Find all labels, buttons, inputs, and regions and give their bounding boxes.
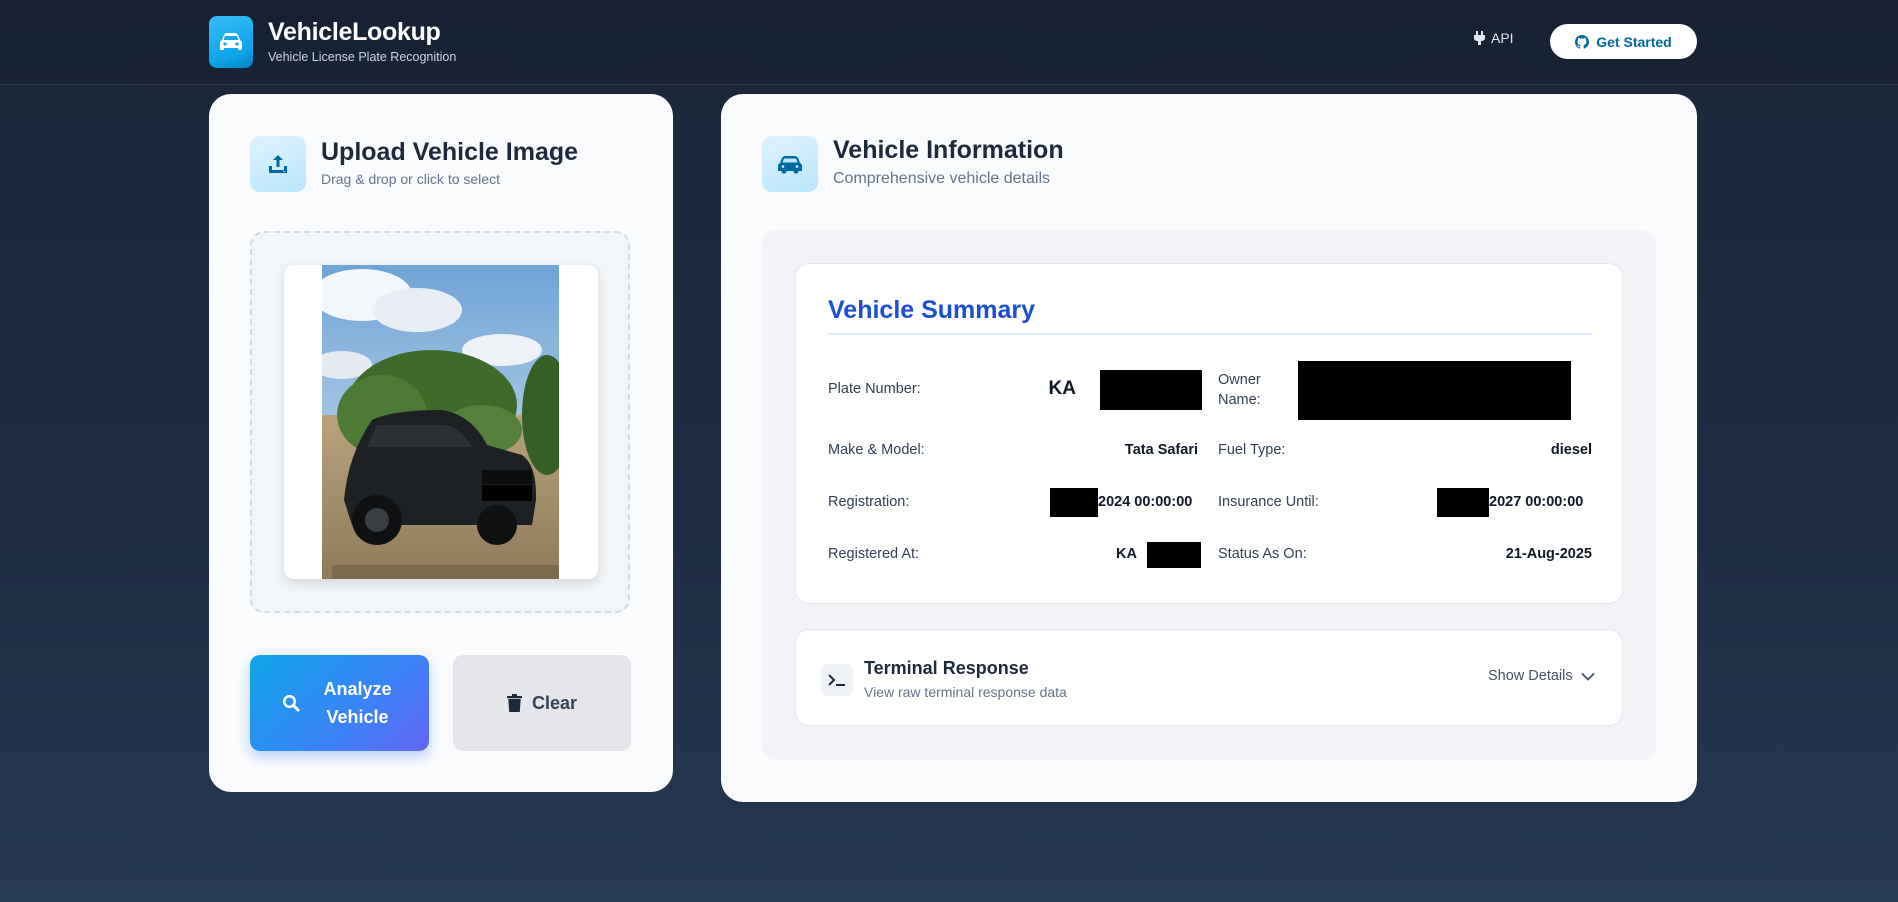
vehicle-info-subtitle: Comprehensive vehicle details [833,170,1050,187]
redacted-owner-name [1298,361,1571,420]
upload-subtitle: Drag & drop or click to select [321,171,500,187]
registration-label: Registration: [828,494,910,510]
redacted-registration-date [1050,488,1098,517]
analyze-vehicle-button[interactable]: Analyze Vehicle [250,655,429,751]
image-dropzone[interactable] [250,231,630,613]
chevron-down-icon [1580,672,1595,681]
terminal-response-title: Terminal Response [864,658,1029,678]
terminal-response-subtitle: View raw terminal response data [864,684,1067,700]
app-header: VehicleLookup Vehicle License Plate Reco… [0,0,1898,85]
car-icon [762,136,818,192]
terminal-response-panel[interactable]: Terminal Response View raw terminal resp… [795,629,1623,726]
trash-icon [506,694,522,712]
redacted-insurance-date [1437,488,1489,517]
fuel-type-label: Fuel Type: [1218,442,1286,458]
get-started-button[interactable]: Get Started [1550,24,1697,59]
make-model-value: Tata Safari [1124,442,1198,458]
vehicle-info-title: Vehicle Information [833,136,1064,164]
registered-at-label: Registered At: [828,546,920,562]
make-model-label: Make & Model: [828,442,925,458]
api-label: API [1491,30,1514,46]
vehicle-photo [322,265,559,579]
get-started-label: Get Started [1596,33,1672,50]
registered-at-value: KA [1116,546,1137,562]
clear-label: Clear [531,692,578,713]
plate-number-label: Plate Number: [828,381,921,397]
search-icon [282,694,299,712]
vehicle-summary-card: Vehicle Summary Plate Number: KA Owner N… [795,263,1623,604]
api-link[interactable]: API [1474,30,1514,46]
fuel-type-value: diesel [1550,442,1592,458]
show-details-label: Show Details [1488,668,1573,684]
upload-icon [250,136,306,192]
brand-title: VehicleLookup [268,18,441,46]
show-details-toggle[interactable]: Show Details [1488,668,1595,684]
upload-panel: Upload Vehicle Image Drag & drop or clic… [209,94,673,792]
clear-button[interactable]: Clear [453,655,631,751]
plate-number-value: KA [1048,378,1076,399]
github-icon [1575,34,1590,49]
status-as-on-label: Status As On: [1218,546,1307,562]
plug-icon [1474,31,1485,45]
terminal-icon [821,664,853,696]
insurance-until-value: 2027 00:00:00 [1489,494,1584,510]
redacted-registered-at [1147,542,1201,568]
car-icon[interactable] [209,16,253,68]
results-area: Vehicle Summary Plate Number: KA Owner N… [762,230,1656,760]
vehicle-summary-title: Vehicle Summary [828,296,1036,324]
redacted-plate [1100,370,1202,410]
status-as-on-value: 21-Aug-2025 [1505,546,1592,562]
brand-subtitle: Vehicle License Plate Recognition [268,50,457,64]
image-preview [284,265,598,579]
analyze-label: Analyze Vehicle [323,679,392,727]
insurance-until-label: Insurance Until: [1218,494,1319,510]
summary-divider [828,333,1592,335]
vehicle-info-panel: Vehicle Information Comprehensive vehicl… [721,94,1697,802]
registration-value: 2024 00:00:00 [1098,494,1193,510]
owner-name-label: Owner Name: [1218,372,1261,408]
upload-title: Upload Vehicle Image [321,138,579,166]
